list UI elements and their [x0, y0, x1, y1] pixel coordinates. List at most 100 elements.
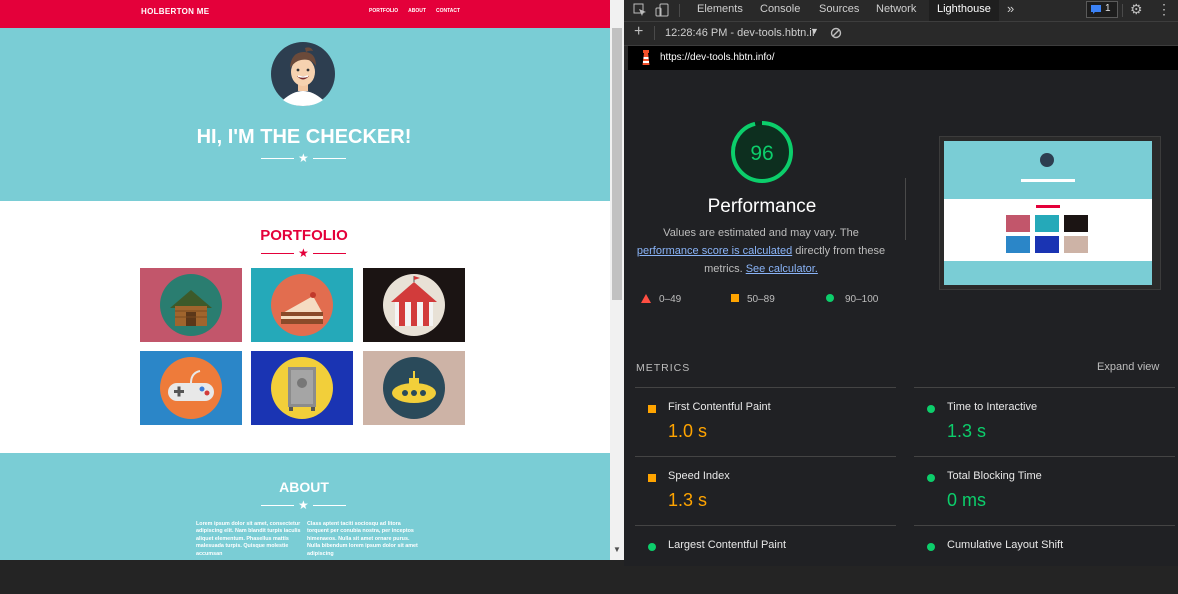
star-icon: ★	[298, 151, 309, 165]
lighthouse-toolbar: + 12:28:46 PM - dev-tools.hbtn.iı ▼	[624, 22, 1178, 46]
performance-title: Performance	[707, 196, 817, 217]
metrics-heading: METRICS	[636, 362, 691, 374]
metric-speed-index: Speed Index 1.3 s	[635, 456, 896, 525]
final-screenshot-thumbnail[interactable]	[939, 136, 1161, 290]
kebab-menu-icon[interactable]: ⋮	[1157, 1, 1171, 18]
issues-count: 1	[1105, 3, 1111, 14]
portfolio-item-submarine[interactable]	[363, 351, 465, 425]
metric-status-square-icon	[648, 474, 656, 482]
clear-reports-icon[interactable]	[830, 27, 842, 39]
portfolio-item-cabin[interactable]	[140, 268, 242, 342]
metric-label: Total Blocking Time	[947, 470, 1042, 482]
tab-console[interactable]: Console	[760, 0, 800, 21]
scroll-down-icon[interactable]: ▼	[613, 545, 621, 554]
hero-divider: ★	[0, 151, 608, 165]
metric-label: Speed Index	[668, 470, 730, 482]
score-calculated-link[interactable]: performance score is calculated	[637, 245, 792, 257]
performance-score-gauge: 96	[731, 121, 793, 183]
average-square-icon	[731, 294, 739, 302]
nav-link-portfolio[interactable]: PORTFOLIO	[369, 8, 398, 14]
portfolio-item-cake[interactable]	[251, 268, 353, 342]
performance-description: Values are estimated and may vary. The p…	[636, 224, 886, 278]
hero-title: HI, I'M THE CHECKER!	[196, 126, 412, 148]
metric-value: 1.3 s	[947, 421, 987, 441]
portfolio-title: PORTFOLIO	[260, 227, 348, 244]
legend-fail: 0–49	[641, 294, 681, 305]
metric-value: 1.3 s	[668, 490, 708, 510]
star-icon: ★	[298, 246, 309, 260]
tab-lighthouse[interactable]: Lighthouse	[929, 0, 999, 21]
new-report-plus-icon[interactable]: +	[634, 23, 643, 41]
cake-icon	[271, 274, 333, 336]
pass-circle-icon	[826, 294, 834, 302]
nav-link-contact[interactable]: CONTACT	[436, 8, 460, 14]
about-section: ABOUT ★ Lorem ipsum dolor sit amet, cons…	[0, 453, 610, 560]
metric-status-circle-icon	[927, 543, 935, 551]
metric-status-circle-icon	[648, 543, 656, 551]
legend-average: 50–89	[731, 294, 775, 305]
legend-fail-range: 0–49	[659, 294, 682, 305]
game-controller-icon	[160, 357, 222, 419]
star-icon: ★	[298, 498, 309, 512]
devtools-tabbar: Elements Console Sources Network Lightho…	[624, 0, 1178, 22]
vertical-scrollbar-thumb[interactable]	[612, 28, 622, 300]
portfolio-item-circus-tent[interactable]	[363, 268, 465, 342]
metric-value: 1.0 s	[668, 421, 708, 441]
metric-value: 0 ms	[947, 490, 987, 510]
metric-status-circle-icon	[927, 405, 935, 413]
legend-pass: 90–100	[826, 294, 878, 305]
cabin-icon	[160, 274, 222, 336]
issues-button[interactable]: 1	[1086, 1, 1118, 18]
submarine-icon	[383, 357, 445, 419]
hero-section: HI, I'M THE CHECKER! ★	[0, 28, 610, 201]
inspect-element-icon[interactable]	[633, 3, 647, 17]
about-title: ABOUT	[279, 479, 329, 495]
about-divider: ★	[0, 498, 608, 512]
site-nav-links: PORTFOLIO ABOUT CONTACT	[369, 8, 460, 14]
checker-avatar	[271, 42, 335, 106]
metric-label: Largest Contentful Paint	[668, 539, 787, 551]
more-tabs-icon[interactable]: »	[1007, 0, 1014, 21]
metric-largest-contentful-paint: Largest Contentful Paint	[635, 525, 896, 594]
tab-sources[interactable]: Sources	[819, 0, 859, 21]
metric-label: Time to Interactive	[947, 401, 1038, 413]
page-vertical-scrollbar[interactable]: ▼	[610, 0, 624, 560]
metric-label: Cumulative Layout Shift	[947, 539, 1064, 551]
legend-average-range: 50–89	[747, 294, 775, 305]
svg-text:96: 96	[750, 142, 773, 165]
metric-label: First Contentful Paint	[668, 401, 771, 413]
portfolio-item-game-controller[interactable]	[140, 351, 242, 425]
fail-triangle-icon	[641, 294, 651, 303]
page-viewport: HOLBERTON ME PORTFOLIO ABOUT CONTACT HI,…	[0, 0, 610, 560]
report-selector[interactable]: 12:28:46 PM - dev-tools.hbtn.iı	[665, 27, 815, 39]
report-url-bar: https://dev-tools.hbtn.info/	[628, 46, 1178, 70]
device-toolbar-icon[interactable]	[655, 3, 669, 17]
tab-network[interactable]: Network	[876, 0, 916, 21]
metric-time-to-interactive: Time to Interactive 1.3 s	[914, 387, 1175, 456]
about-text-left: Lorem ipsum dolor sit amet, consectetur …	[196, 521, 301, 557]
site-brand-link[interactable]: HOLBERTON ME	[141, 7, 209, 16]
portfolio-section: PORTFOLIO ★	[0, 201, 610, 453]
metric-status-square-icon	[648, 405, 656, 413]
summary-separator	[905, 178, 906, 240]
message-icon	[1091, 5, 1101, 14]
expand-view-toggle[interactable]: Expand view	[1097, 361, 1159, 373]
lighthouse-logo-icon	[642, 50, 650, 65]
legend-pass-range: 90–100	[845, 294, 879, 305]
portfolio-item-safe[interactable]	[251, 351, 353, 425]
safe-icon	[271, 357, 333, 419]
desc-text-1: Values are estimated and may vary. The	[663, 227, 859, 239]
devtools-panel: Elements Console Sources Network Lightho…	[624, 0, 1178, 566]
settings-gear-icon[interactable]: ⚙	[1130, 1, 1143, 18]
report-dropdown-icon[interactable]: ▼	[810, 26, 819, 36]
see-calculator-link[interactable]: See calculator.	[746, 263, 818, 275]
bottom-bar	[0, 560, 624, 566]
nav-link-about[interactable]: ABOUT	[408, 8, 426, 14]
tab-elements[interactable]: Elements	[697, 0, 743, 21]
metric-total-blocking-time: Total Blocking Time 0 ms	[914, 456, 1175, 525]
circus-tent-icon	[383, 274, 445, 336]
report-url[interactable]: https://dev-tools.hbtn.info/	[660, 52, 775, 63]
about-text-right: Class aptent taciti sociosqu ad litora t…	[307, 521, 418, 557]
metric-status-circle-icon	[927, 474, 935, 482]
portfolio-grid	[140, 268, 466, 426]
